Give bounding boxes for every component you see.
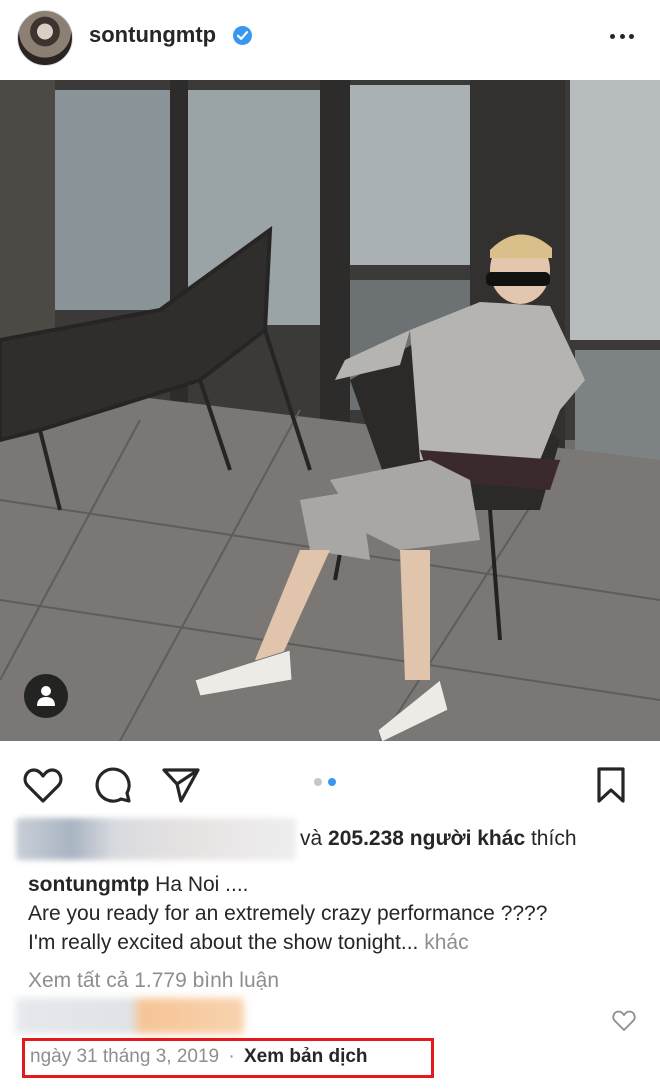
liker-avatars-blurred bbox=[16, 818, 296, 860]
view-all-comments-link[interactable]: Xem tất cả 1.779 bình luận bbox=[28, 969, 279, 993]
verified-badge-icon bbox=[233, 26, 252, 45]
heart-outline-icon[interactable] bbox=[22, 764, 64, 806]
likes-suffix: thích bbox=[530, 827, 577, 850]
caption-line-3: I'm really excited about the show tonigh… bbox=[28, 931, 469, 955]
likes-number: 205.238 bbox=[328, 827, 404, 850]
likes-others: người khác bbox=[409, 827, 526, 850]
bookmark-icon[interactable] bbox=[590, 764, 632, 806]
user-tag-icon[interactable] bbox=[24, 674, 68, 718]
post-username[interactable]: sontungmtp bbox=[89, 22, 216, 48]
post-date: ngày 31 tháng 3, 2019 bbox=[30, 1046, 220, 1067]
carousel-dot-active bbox=[328, 778, 336, 786]
avatar[interactable] bbox=[17, 10, 73, 66]
carousel-dot bbox=[314, 778, 322, 786]
more-horizontal-icon[interactable] bbox=[604, 22, 640, 50]
carousel-indicator bbox=[314, 778, 336, 786]
caption-text-2: Are you ready for an extremely crazy per… bbox=[28, 902, 548, 925]
see-translation-link[interactable]: Xem bản dịch bbox=[244, 1046, 368, 1067]
comment-bubble-icon[interactable] bbox=[92, 764, 134, 806]
likes-connector: và bbox=[300, 827, 323, 850]
caption-text-3: I'm really excited about the show tonigh… bbox=[28, 931, 419, 954]
caption-text-1: Ha Noi .... bbox=[155, 873, 249, 896]
small-heart-icon[interactable] bbox=[612, 1010, 636, 1037]
post-footer: ngày 31 tháng 3, 2019 · Xem bản dịch bbox=[30, 1046, 368, 1068]
footer-separator: · bbox=[228, 1046, 235, 1067]
send-paper-plane-icon[interactable] bbox=[160, 764, 202, 806]
caption-line-1: sontungmtp Ha Noi .... bbox=[28, 873, 249, 897]
caption-more-link[interactable]: khác bbox=[424, 931, 468, 954]
caption-username[interactable]: sontungmtp bbox=[28, 873, 149, 896]
post-header: sontungmtp bbox=[0, 0, 660, 80]
comment-blurred bbox=[16, 998, 244, 1034]
likes-count[interactable]: và 205.238 người khác thích bbox=[300, 827, 577, 851]
post-photo[interactable] bbox=[0, 80, 660, 741]
photo-illustration bbox=[0, 80, 660, 741]
